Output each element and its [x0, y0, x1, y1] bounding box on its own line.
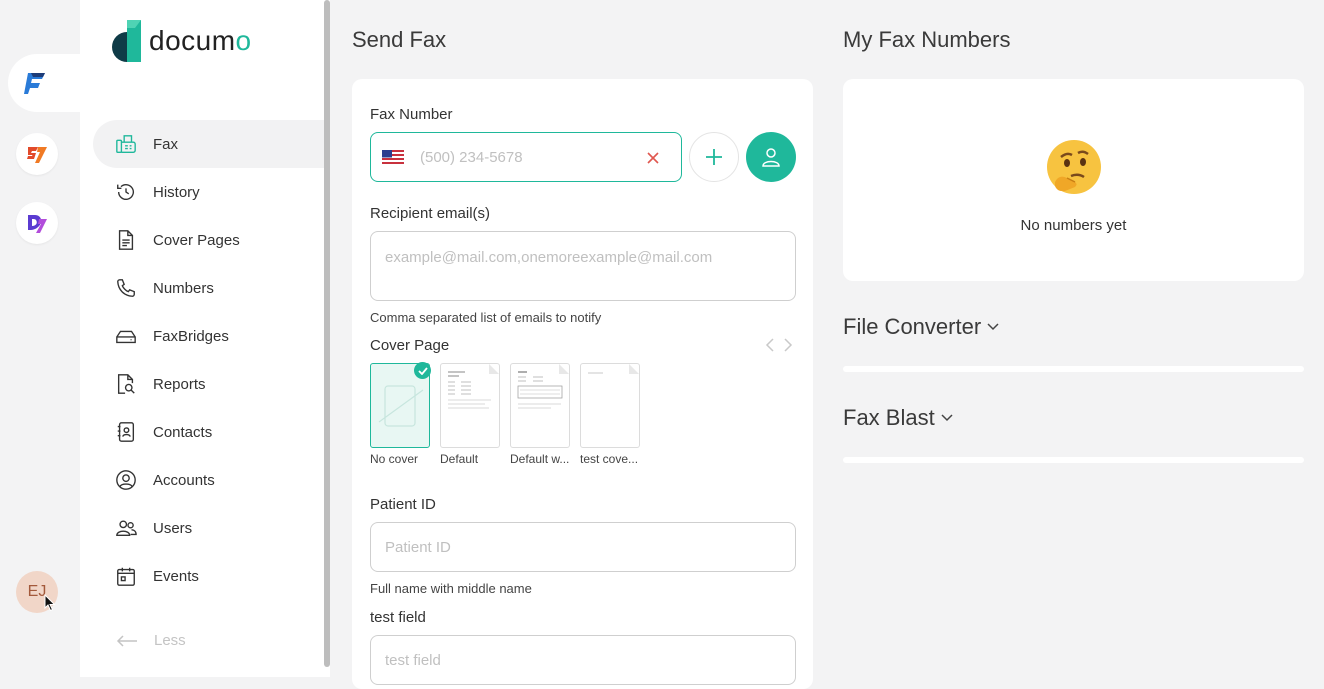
fax-icon: [116, 135, 136, 153]
contacts-icon: [117, 422, 135, 442]
fax-number-field[interactable]: (500) 234-5678: [370, 132, 682, 182]
test-field-label: test field: [370, 609, 426, 626]
cover-option-default[interactable]: [440, 363, 500, 448]
device-icon: [116, 330, 136, 344]
arrow-left-icon: [116, 634, 137, 647]
documo-logo: documo: [107, 18, 252, 64]
recipient-email-hint: Comma separated list of emails to notify: [370, 310, 602, 325]
us-flag-icon[interactable]: [382, 150, 404, 164]
sidebar-item-label: FaxBridges: [153, 327, 229, 345]
cover-option-label: No cover: [370, 452, 419, 466]
clear-icon[interactable]: [647, 152, 659, 164]
file-converter-toggle[interactable]: File Converter: [843, 314, 999, 340]
sidebar-item-label: Fax: [153, 135, 179, 153]
mouse-cursor-icon: [44, 594, 56, 612]
send-fax-title: Send Fax: [352, 27, 447, 52]
cover-option-label: Default: [440, 452, 479, 466]
patient-id-label: Patient ID: [370, 496, 436, 513]
sidebar-item-cover-pages[interactable]: Cover Pages: [93, 216, 324, 264]
recipient-email-label: Recipient email(s): [370, 205, 491, 222]
fax-blast-title: Fax Blast: [843, 405, 935, 430]
account-icon: [116, 470, 136, 490]
sidebar-item-reports[interactable]: Reports: [93, 360, 324, 408]
fax-app-switch[interactable]: [8, 54, 88, 112]
sidebar-item-label: Users: [153, 519, 193, 537]
patient-id-field[interactable]: Patient ID: [370, 522, 796, 572]
sidebar-item-history[interactable]: History: [93, 168, 324, 216]
app-rail: EJ: [0, 0, 88, 677]
docs-app-icon: [28, 215, 47, 233]
sidebar-item-label: Reports: [153, 375, 206, 393]
brand-name: documo: [149, 25, 252, 57]
calendar-icon: [117, 567, 135, 586]
file-converter-panel: [843, 366, 1304, 372]
brand-name-part: docu: [149, 25, 212, 56]
chevron-left-icon[interactable]: [765, 338, 775, 352]
sidebar-item-label: Accounts: [153, 471, 215, 489]
select-contact-button[interactable]: [746, 132, 796, 182]
fax-blast-panel: [843, 457, 1304, 463]
sidebar-item-contacts[interactable]: Contacts: [93, 408, 324, 456]
fax-app-icon: [24, 73, 45, 94]
recipient-email-field[interactable]: example@mail.com,onemoreexample@mail.com: [370, 231, 796, 301]
collapse-nav-label: Less: [154, 632, 186, 649]
sidebar-item-fax[interactable]: Fax: [93, 120, 324, 168]
file-converter-title: File Converter: [843, 314, 982, 339]
person-icon: [762, 148, 780, 167]
patient-id-hint: Full name with middle name: [370, 581, 532, 596]
sidebar-item-label: Events: [153, 567, 199, 585]
cover-preview-icon: [588, 364, 639, 374]
sidebar-item-users[interactable]: Users: [93, 504, 324, 552]
chevron-right-icon[interactable]: [783, 338, 793, 352]
selected-check-icon: [414, 362, 431, 379]
chevron-down-icon: [941, 414, 953, 422]
sidebar-item-label: History: [153, 183, 200, 201]
my-fax-numbers-title: My Fax Numbers: [843, 27, 1011, 52]
sidebar-item-label: Cover Pages: [153, 231, 240, 249]
users-icon: [116, 520, 137, 537]
fax-number-placeholder: (500) 234-5678: [420, 148, 523, 166]
documo-logo-icon: [112, 20, 141, 62]
document-icon: [118, 230, 134, 250]
patient-id-placeholder: Patient ID: [385, 538, 451, 556]
thinking-face-icon: [1047, 140, 1101, 194]
no-numbers-text: No numbers yet: [1020, 217, 1127, 234]
history-icon: [117, 184, 134, 201]
fax-number-label: Fax Number: [370, 106, 453, 123]
cover-page-label: Cover Page: [370, 337, 450, 354]
sidebar-nav: Fax History Cover Pages Numbers FaxBridg…: [93, 120, 324, 600]
sign-app-switch[interactable]: [16, 133, 58, 175]
collapse-nav-button[interactable]: Less: [116, 632, 186, 649]
cover-option-default-w[interactable]: [510, 363, 570, 448]
add-number-button[interactable]: [689, 132, 739, 182]
sidebar-item-faxbridges[interactable]: FaxBridges: [93, 312, 324, 360]
sign-app-icon: [27, 147, 47, 163]
sidebar-item-events[interactable]: Events: [93, 552, 324, 600]
brand-name-accent: o: [235, 25, 252, 56]
sidebar-item-label: Contacts: [153, 423, 213, 441]
sidebar-item-accounts[interactable]: Accounts: [93, 456, 324, 504]
cover-option-label: Default w...: [510, 452, 570, 466]
cover-preview-icon: [448, 364, 499, 409]
sidebar-item-label: Numbers: [153, 279, 214, 297]
fax-blast-toggle[interactable]: Fax Blast: [843, 405, 953, 431]
recipient-email-placeholder: example@mail.com,onemoreexample@mail.com: [385, 249, 713, 266]
cover-option-test-cover[interactable]: [580, 363, 640, 448]
docs-app-switch[interactable]: [16, 202, 58, 244]
chevron-down-icon: [987, 323, 999, 331]
cover-option-label: test cove...: [580, 452, 639, 466]
brand-name-part: m: [211, 25, 236, 56]
phone-icon: [117, 279, 135, 297]
test-field-input[interactable]: test field: [370, 635, 796, 685]
test-field-placeholder: test field: [385, 651, 441, 669]
sidebar-scrollbar[interactable]: [324, 0, 330, 667]
plus-icon: [706, 149, 722, 165]
cover-preview-icon: [517, 364, 569, 409]
sidebar-item-numbers[interactable]: Numbers: [93, 264, 324, 312]
report-icon: [117, 374, 135, 394]
